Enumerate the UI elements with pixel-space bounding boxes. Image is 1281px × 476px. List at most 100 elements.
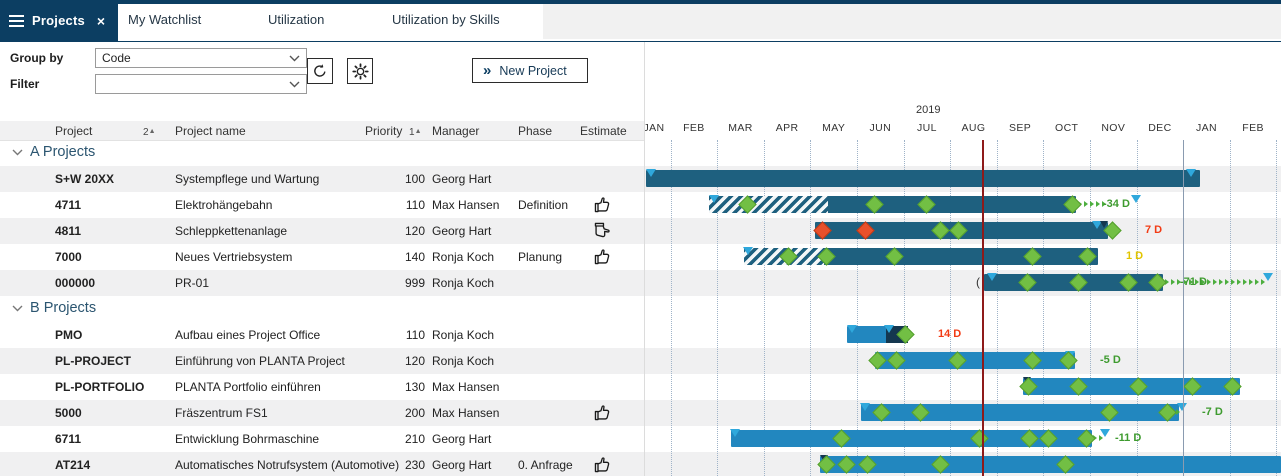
buffer-label: 14 D (938, 328, 961, 340)
project-code-link[interactable]: PL-PORTFOLIO (55, 380, 144, 394)
manager-name: Ronja Koch (432, 250, 494, 264)
manager-name: Ronja Koch (432, 276, 494, 290)
project-code-link[interactable]: S+W 20XX (55, 172, 114, 186)
table-row-PMO[interactable]: PMOAufbau eines Project Office110Ronja K… (0, 322, 644, 348)
buffer-label: -5 D (1100, 354, 1121, 366)
timeline-month-label: JAN (643, 122, 664, 134)
timeline-month-label: MAY (822, 122, 845, 134)
month-gridline (997, 140, 998, 476)
date-marker-triangle (1186, 169, 1196, 177)
priority-value: 130 (381, 380, 425, 394)
priority-value: 140 (381, 250, 425, 264)
schedule-arrow-chevron (1249, 279, 1253, 285)
table-row-000000[interactable]: 000000PR-01999Ronja Koch (0, 270, 644, 296)
buffer-label: -34 D (1103, 198, 1130, 210)
month-gridline (1230, 140, 1231, 476)
end-marker-triangle (1263, 273, 1273, 281)
gantt-bar-hatch (709, 196, 828, 213)
table-row-5000[interactable]: 5000Fräszentrum FS1200Max Hansen (0, 400, 644, 426)
group-header-b-projects[interactable]: B Projects (0, 296, 644, 322)
project-code-link[interactable]: 7000 (55, 250, 82, 264)
table-row-PL-PORTFOLIO[interactable]: PL-PORTFOLIO PLANTA Portfolio einführen 13… (0, 374, 644, 400)
project-code-link[interactable]: PL-PROJECT (55, 354, 131, 368)
priority-value: 100 (381, 172, 425, 186)
group-name: B Projects (30, 300, 96, 316)
gantt-bar-AT214[interactable] (820, 456, 1281, 473)
panel-divider (644, 42, 645, 476)
table-row-PL-PROJECT[interactable]: PL-PROJECTEinführung von PLANTA Project1… (0, 348, 644, 374)
group-collapse-icon[interactable] (12, 149, 23, 156)
timeline-month-label: MAR (728, 122, 753, 134)
project-code-link[interactable]: PMO (55, 328, 82, 342)
end-marker-triangle (1100, 429, 1110, 437)
new-project-button[interactable]: » New Project (472, 58, 588, 83)
tab-my-watchlist[interactable]: My Watchlist (128, 0, 201, 39)
refresh-button[interactable] (307, 58, 333, 84)
group-by-select[interactable]: Code (95, 48, 307, 68)
col-phase[interactable]: Phase (518, 124, 552, 138)
group-header-a-projects[interactable]: A Projects (0, 140, 644, 166)
timeline-month-label: AUG (962, 122, 986, 134)
project-code-link[interactable]: 5000 (55, 406, 82, 420)
filter-select[interactable] (95, 74, 307, 94)
project-name: PLANTA Portfolio einführen (175, 380, 321, 394)
project-code-link[interactable]: 4811 (55, 224, 81, 238)
project-name: Schleppkettenanlage (175, 224, 287, 238)
buffer-label: -7 D (1202, 406, 1223, 418)
project-code-link[interactable]: AT214 (55, 458, 90, 472)
gantt-bar-S-W-20XX[interactable] (646, 170, 1200, 187)
table-row-S-W-20XX[interactable]: S+W 20XXSystempflege und Wartung100Georg… (0, 166, 644, 192)
col-manager[interactable]: Manager (432, 124, 479, 138)
date-marker-triangle (884, 325, 894, 333)
month-gridline (1137, 140, 1138, 476)
chevron-down-icon (289, 55, 300, 62)
group-collapse-icon[interactable] (12, 305, 23, 312)
manager-name: Georg Hart (432, 458, 491, 472)
buffer-label: -71 D (1180, 276, 1207, 288)
project-code-link[interactable]: 4711 (55, 198, 81, 212)
project-name: Neues Vertriebsystem (175, 250, 292, 264)
year-boundary-line (1183, 140, 1184, 476)
manager-name: Georg Hart (432, 172, 491, 186)
close-icon[interactable]: × (97, 14, 105, 28)
table-row-4811[interactable]: 4811Schleppkettenanlage120Georg Hart (0, 218, 644, 244)
date-marker-triangle (987, 273, 997, 281)
hamburger-icon[interactable] (9, 12, 24, 30)
timeline-month-label: FEB (1242, 122, 1264, 134)
tab-utilization-by-skills[interactable]: Utilization by Skills (392, 0, 500, 39)
col-project-name[interactable]: Project name (175, 124, 246, 138)
top-stripe (0, 0, 1281, 4)
phase-value: 0. Anfrage (518, 458, 573, 472)
date-marker-triangle (860, 403, 870, 411)
schedule-arrow-chevron (1096, 201, 1100, 207)
thumbs-up-icon (594, 404, 611, 421)
schedule-arrow-chevron (1225, 279, 1229, 285)
table-row-4711[interactable]: 4711Elektrohängebahn110Max HansenDefinit… (0, 192, 644, 218)
col-project[interactable]: Project (55, 124, 92, 138)
month-gridline (671, 140, 672, 476)
sort-indicator-project[interactable]: 2▲ (143, 124, 156, 138)
gantt-bar-5000[interactable] (861, 404, 1179, 421)
timeline-year-label: 2019 (916, 104, 940, 116)
col-priority[interactable]: Priority (365, 124, 402, 138)
settings-button[interactable] (347, 58, 373, 84)
thumb-sideways-icon (594, 222, 611, 239)
tab-utilization[interactable]: Utilization (268, 0, 324, 39)
table-row-AT214[interactable]: AT214Automatisches Notrufsystem (Automot… (0, 452, 644, 476)
timeline-month-label: NOV (1101, 122, 1125, 134)
table-row-6711[interactable]: 6711Entwicklung Bohrmaschine210Georg Har… (0, 426, 644, 452)
sort-indicator-priority[interactable]: 1▲ (409, 124, 422, 138)
project-code-link[interactable]: 000000 (55, 276, 95, 290)
new-project-label: New Project (499, 64, 566, 78)
schedule-arrow-chevron (1243, 279, 1247, 285)
manager-name: Max Hansen (432, 406, 499, 420)
project-code-link[interactable]: 6711 (55, 432, 81, 446)
month-gridline (857, 140, 858, 476)
table-row-7000[interactable]: 7000Neues Vertriebsystem140Ronja KochPla… (0, 244, 644, 270)
timeline-month-label: APR (776, 122, 799, 134)
priority-value: 230 (381, 458, 425, 472)
month-gridline (810, 140, 811, 476)
tab-projects[interactable]: Projects × (0, 0, 118, 41)
priority-value: 110 (381, 198, 425, 212)
col-estimate[interactable]: Estimate (580, 124, 627, 138)
